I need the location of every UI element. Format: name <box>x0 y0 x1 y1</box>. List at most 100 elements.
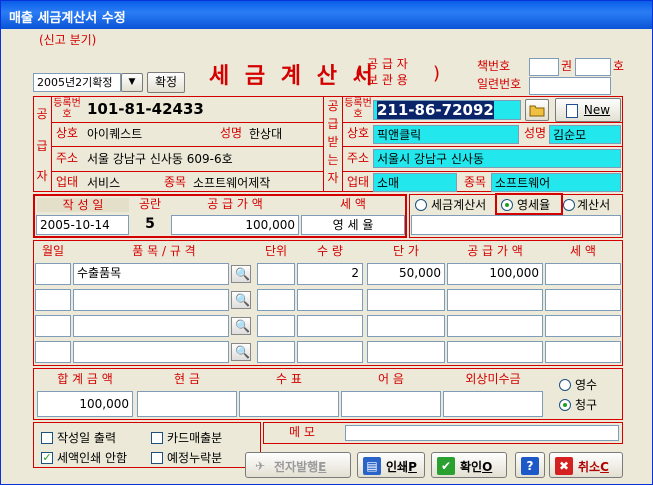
checkmark-icon: ✓ <box>42 451 52 464</box>
ok-button[interactable]: ✔ 확인O <box>431 452 507 478</box>
serial-number-label: 일련번호 <box>477 77 522 91</box>
row1-tax[interactable] <box>545 263 621 285</box>
ok-label: 확인 <box>460 460 483 474</box>
note-field[interactable] <box>341 391 441 417</box>
supply-amount-label: 공 급 가 액 <box>207 197 263 211</box>
buyer-reg-selected-text: 211-86-72092 <box>377 101 494 119</box>
magnifier-icon: 🔍 <box>235 267 250 281</box>
buyer-addr-label: 주소 <box>346 151 370 165</box>
period-select[interactable]: 2005년2기확정 <box>33 73 121 92</box>
serial-number-field[interactable] <box>529 77 611 95</box>
print-button[interactable]: ▤ 인쇄P <box>357 452 425 478</box>
buyer-name-field[interactable]: 픽앤클릭 <box>373 125 519 144</box>
print-key: P <box>408 460 417 474</box>
row3-item[interactable] <box>73 315 229 337</box>
row1-qty[interactable]: 2 <box>297 263 363 285</box>
row4-qty[interactable] <box>297 341 363 363</box>
buyer-item-field[interactable]: 소프트웨어 <box>491 173 621 192</box>
book-volume-unit: 권 <box>561 59 573 73</box>
note-label: 어 음 <box>378 372 404 386</box>
row4-tax[interactable] <box>545 341 621 363</box>
buyer-side-char-3: 받 <box>327 135 339 149</box>
card-sales-checkbox[interactable] <box>151 432 163 444</box>
buyer-name-label: 상호 <box>346 126 370 140</box>
book-number-field[interactable] <box>575 58 611 76</box>
memo-field[interactable] <box>345 425 619 441</box>
tax-invoice-radio[interactable] <box>415 199 427 211</box>
folder-icon <box>529 105 545 117</box>
row2-qty[interactable] <box>297 289 363 311</box>
row3-search-button[interactable]: 🔍 <box>231 317 251 335</box>
report-period-label: (신고 분기) <box>39 33 97 47</box>
invoice-window: 매출 세금계산서 수정 (신고 분기) 2005년2기확정 ▼ 확정 세 금 계… <box>0 0 653 485</box>
magnifier-icon: 🔍 <box>235 319 250 333</box>
magnifier-icon: 🔍 <box>235 345 250 359</box>
cancel-button[interactable]: ✖ 취소C <box>549 452 623 478</box>
supplier-item-label: 종목 <box>163 175 187 189</box>
supply-amount-field[interactable]: 100,000 <box>171 215 299 235</box>
row3-price[interactable] <box>367 315 445 337</box>
book-number-label: 책번호 <box>477 59 511 73</box>
buyer-reg-field[interactable]: 211-86-72092 <box>373 100 521 120</box>
scheduled-omit-checkbox[interactable] <box>151 452 163 464</box>
help-button[interactable]: ? <box>515 452 545 478</box>
new-button-label: New <box>583 103 611 117</box>
row1-price[interactable]: 50,000 <box>367 263 445 285</box>
receivable-field[interactable] <box>443 391 543 417</box>
row1-search-button[interactable]: 🔍 <box>231 265 251 283</box>
row3-tax[interactable] <box>545 315 621 337</box>
check-field[interactable] <box>239 391 339 417</box>
row2-unit[interactable] <box>257 289 295 311</box>
row4-supply[interactable] <box>447 341 543 363</box>
buyer-addr-field[interactable]: 서울시 강남구 신사동 <box>373 149 621 168</box>
row2-date[interactable] <box>35 289 71 311</box>
cash-field[interactable] <box>137 391 237 417</box>
tax-field[interactable]: 영 세 율 <box>301 215 405 235</box>
supplier-side-char-2: 급 <box>36 139 48 153</box>
row1-unit[interactable] <box>257 263 295 285</box>
row4-price[interactable] <box>367 341 445 363</box>
period-dropdown-button[interactable]: ▼ <box>121 73 143 92</box>
print-label: 인쇄 <box>386 460 409 474</box>
receipt-radio[interactable] <box>559 379 571 391</box>
row3-date[interactable] <box>35 315 71 337</box>
row3-supply[interactable] <box>447 315 543 337</box>
date-field[interactable]: 2005-10-14 <box>36 215 129 235</box>
supplier-addr-value: 서울 강남구 신사동 609-6호 <box>87 152 233 166</box>
zero-rate-radio[interactable] <box>501 199 513 211</box>
blank-label: 공란 <box>138 197 162 211</box>
date-label: 작 성 일 <box>37 198 129 212</box>
new-customer-button[interactable]: New <box>555 98 621 122</box>
row1-date[interactable] <box>35 263 71 285</box>
buyer-biz-field[interactable]: 소매 <box>373 173 457 192</box>
row3-unit[interactable] <box>257 315 295 337</box>
buyer-side-char-5: 자 <box>327 171 339 185</box>
total-amount-field[interactable]: 100,000 <box>37 391 133 417</box>
row4-search-button[interactable]: 🔍 <box>231 343 251 361</box>
row2-item[interactable] <box>73 289 229 311</box>
row1-item[interactable]: 수출품목 <box>73 263 229 285</box>
no-tax-print-checkbox[interactable]: ✓ <box>41 452 53 464</box>
row4-unit[interactable] <box>257 341 295 363</box>
confirm-period-button[interactable]: 확정 <box>147 72 185 93</box>
type-extra-field[interactable] <box>411 215 621 235</box>
help-icon: ? <box>521 457 539 475</box>
row2-price[interactable] <box>367 289 445 311</box>
supplier-reg-number: 101-81-42433 <box>87 100 204 118</box>
book-volume-field[interactable] <box>529 58 559 76</box>
row2-tax[interactable] <box>545 289 621 311</box>
title-bar[interactable]: 매출 세금계산서 수정 <box>1 1 652 29</box>
claim-radio[interactable] <box>559 399 571 411</box>
buyer-side-char-2: 급 <box>327 117 339 131</box>
row1-supply[interactable]: 100,000 <box>447 263 543 285</box>
e-issue-button[interactable]: ✈ 전자발행E <box>245 452 351 478</box>
row4-item[interactable] <box>73 341 229 363</box>
row2-search-button[interactable]: 🔍 <box>231 291 251 309</box>
invoice-radio[interactable] <box>563 199 575 211</box>
row4-date[interactable] <box>35 341 71 363</box>
buyer-owner-field[interactable]: 김순모 <box>549 125 621 144</box>
print-date-checkbox[interactable] <box>41 432 53 444</box>
open-lookup-button[interactable] <box>525 99 549 121</box>
row2-supply[interactable] <box>447 289 543 311</box>
row3-qty[interactable] <box>297 315 363 337</box>
